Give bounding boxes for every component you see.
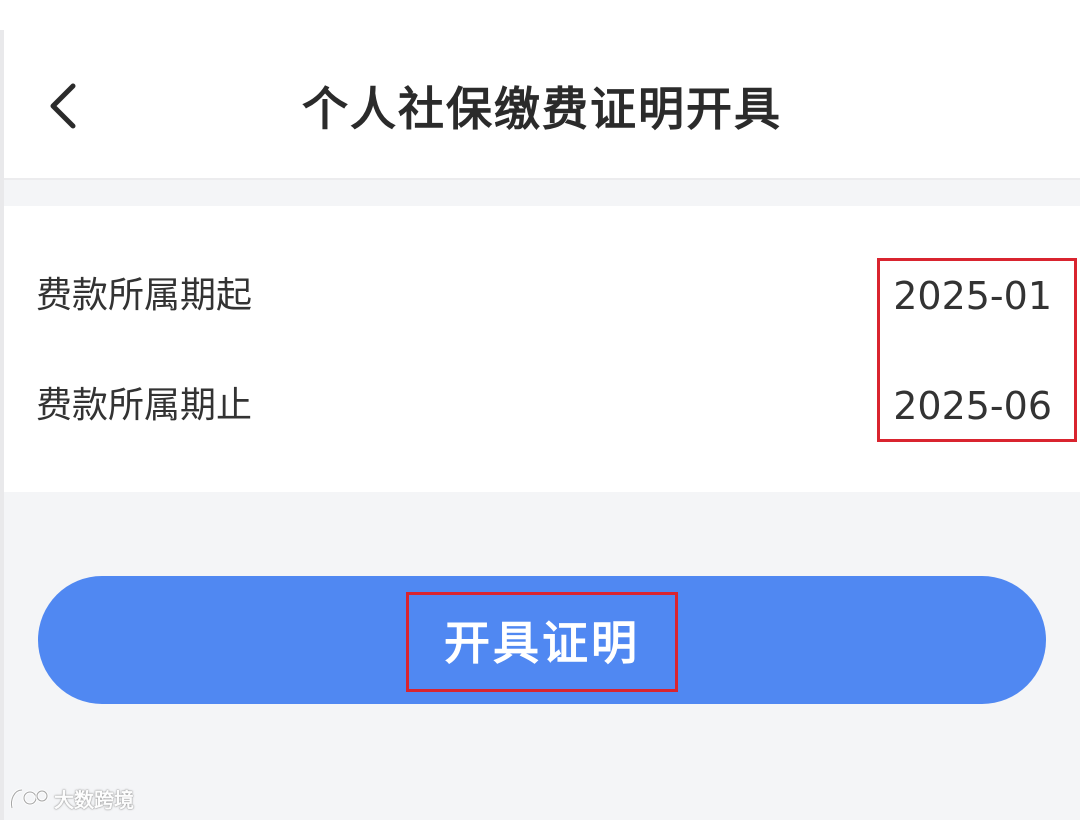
period-end-label: 费款所属期止: [36, 385, 253, 426]
period-card: 费款所属期起 2025-01 费款所属期止 2025-06: [4, 206, 1080, 492]
issue-certificate-button[interactable]: 开具证明: [38, 576, 1046, 704]
period-start-value[interactable]: 2025-01: [893, 266, 1052, 326]
top-strip: [0, 0, 1080, 30]
period-start-label: 费款所属期起: [36, 275, 253, 316]
issue-certificate-label: 开具证明: [444, 616, 640, 670]
page-title: 个人社保缴费证明开具: [302, 82, 782, 136]
period-end-value[interactable]: 2025-06: [893, 376, 1052, 436]
period-start-row[interactable]: 费款所属期起 2025-01: [4, 266, 1080, 326]
watermark-logo-icon: [10, 788, 49, 808]
watermark-text: 大数跨境: [54, 788, 134, 812]
watermark: 大数跨境: [8, 784, 134, 813]
period-end-row[interactable]: 费款所属期止 2025-06: [4, 376, 1080, 436]
header-bar: 个人社保缴费证明开具: [4, 30, 1080, 180]
